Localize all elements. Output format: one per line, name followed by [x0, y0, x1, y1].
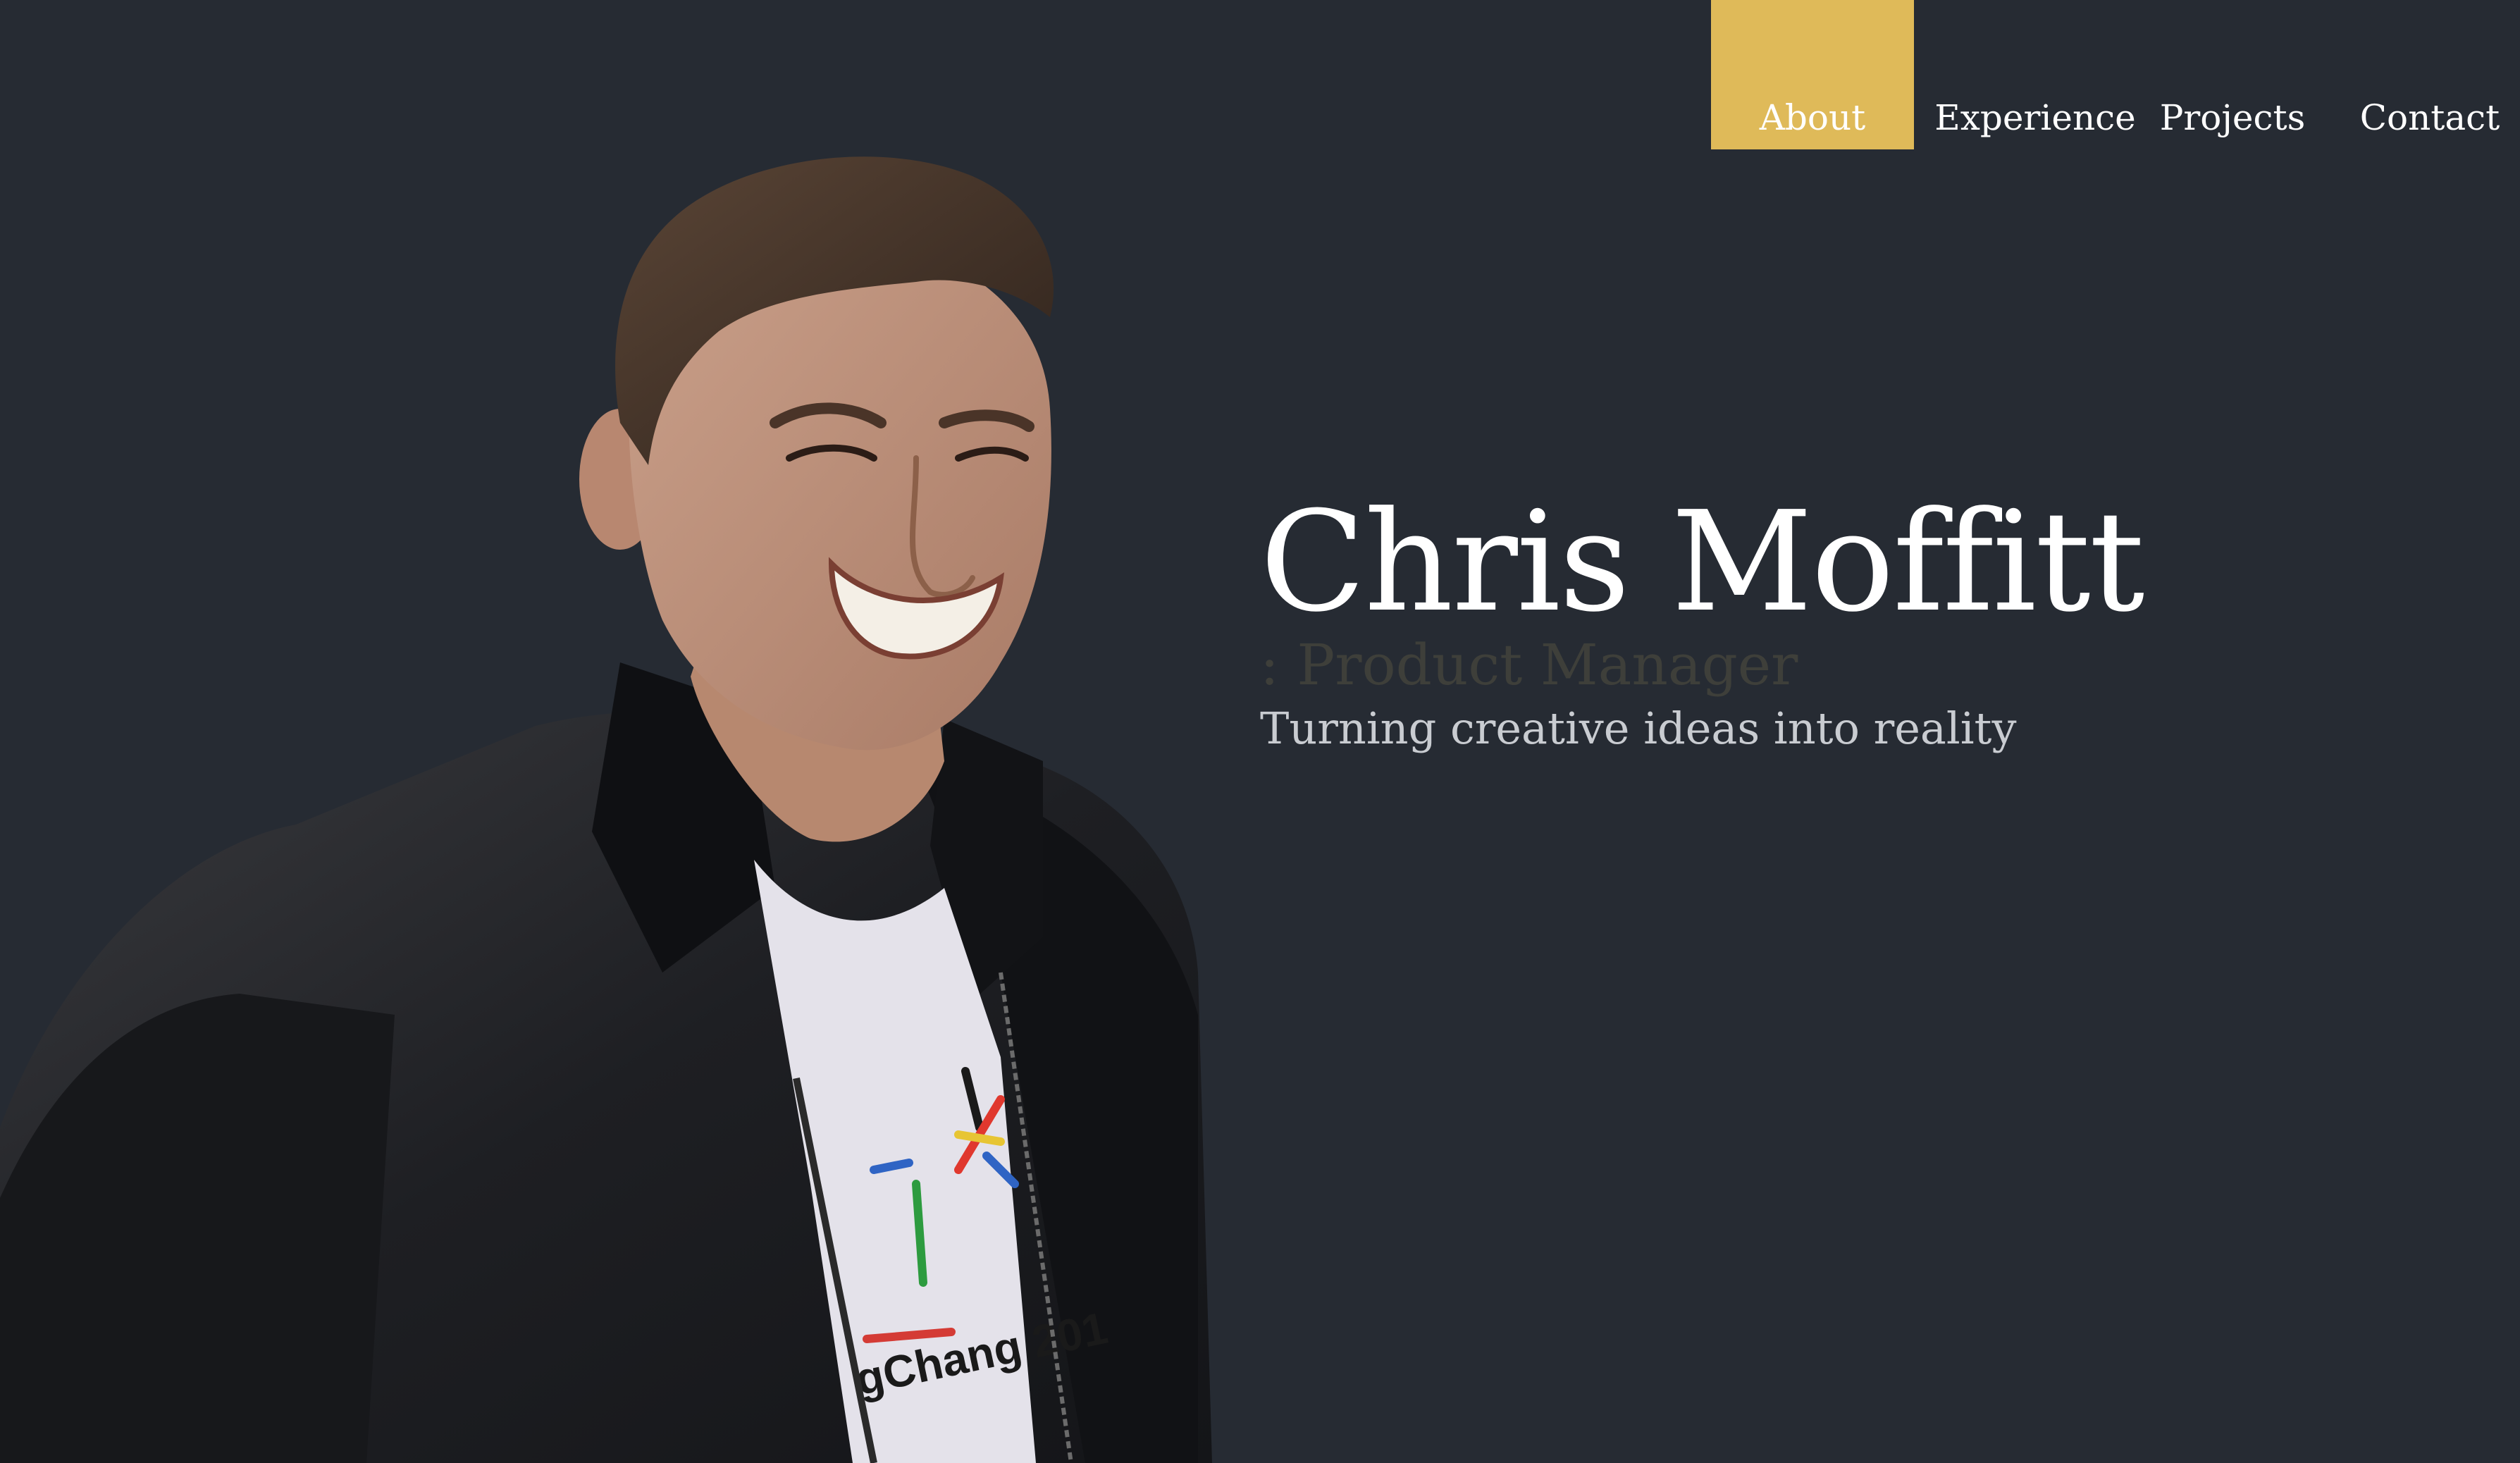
nav-item-contact[interactable]: Contact — [2340, 0, 2520, 149]
hero-section: Chris Moffitt : Product Manager Turning … — [1260, 493, 2458, 753]
hero-name: Chris Moffitt — [1260, 482, 2144, 643]
hero-role: : Product Manager — [1260, 632, 1798, 698]
nav-item-projects-label: Projects — [2159, 97, 2306, 138]
portrait-photo: gChang 201 — [0, 156, 1212, 1463]
nav-item-about-label: About — [1759, 97, 1866, 138]
nav-item-experience-label: Experience — [1934, 97, 2136, 138]
page: About Experience Projects Contact gChang… — [0, 0, 2520, 1463]
nav-item-contact-label: Contact — [2359, 97, 2500, 138]
top-navigation: About Experience Projects Contact — [1711, 0, 2520, 149]
nav-item-projects[interactable]: Projects — [2141, 0, 2324, 149]
nav-item-about[interactable]: About — [1711, 0, 1914, 149]
hero-tagline: Turning creative ideas into reality — [1260, 703, 2017, 754]
nav-item-experience[interactable]: Experience — [1922, 0, 2148, 149]
